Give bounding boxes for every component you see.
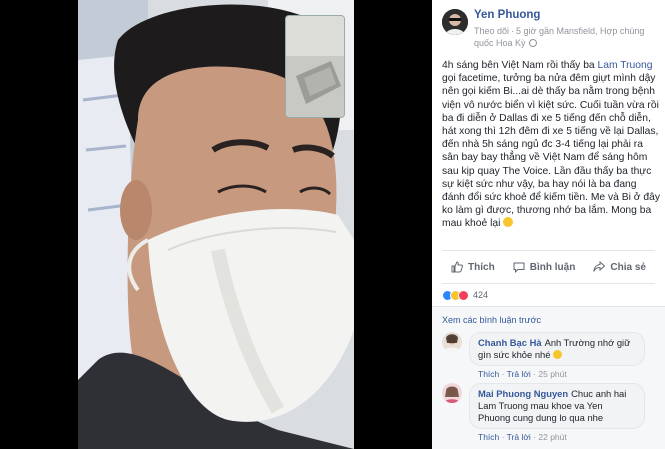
author-avatar[interactable] <box>442 9 468 35</box>
comments-section: Xem các bình luận trước Chanh Bạc Hà Anh … <box>432 306 665 449</box>
comment-label: Bình luận <box>529 261 576 273</box>
post-text-part1: 4h sáng bên Việt Nam rồi thấy ba <box>442 60 598 71</box>
commenter-avatar[interactable] <box>442 383 462 403</box>
comment-button[interactable]: Bình luận <box>513 261 576 273</box>
mention-link[interactable]: Lam Truong <box>598 60 653 71</box>
comment-meta: Thích · Trả lời · 22 phút <box>478 432 567 442</box>
sad-face-emoji <box>503 217 514 228</box>
comment-item: Chanh Bạc Hà Anh Trường nhớ giữ gìn sức k… <box>442 332 657 382</box>
like-label: Thích <box>468 261 495 273</box>
thumbs-up-icon <box>451 261 463 273</box>
sad-face-emoji <box>553 350 563 359</box>
share-button[interactable]: Chia sẻ <box>593 261 646 273</box>
comment-like-link[interactable]: Thích <box>478 369 499 379</box>
commenter-name[interactable]: Chanh Bạc Hà <box>478 337 542 348</box>
view-previous-comments-link[interactable]: Xem các bình luận trước <box>442 315 541 325</box>
post-actions: Thích Bình luận Chia sẻ <box>442 250 655 284</box>
reactions-summary[interactable]: 424 <box>442 288 488 302</box>
comment-meta: Thích · Trả lời · 25 phút <box>478 369 567 379</box>
facetime-self-preview <box>285 15 345 118</box>
post-panel: Yen Phuong Theo dõi · 5 giờ gần Mansfield,… <box>432 0 665 449</box>
commenter-avatar[interactable] <box>442 332 462 352</box>
post-meta: Theo dõi · 5 giờ gần Mansfield, Hợp chúng … <box>474 26 645 48</box>
share-label: Chia sẻ <box>610 261 646 273</box>
comment-reply-link[interactable]: Trả lời <box>507 369 531 379</box>
comment-like-link[interactable]: Thích <box>478 432 499 442</box>
love-reaction-icon <box>458 289 469 301</box>
reaction-count: 424 <box>473 290 489 300</box>
comment-reply-link[interactable]: Trả lời <box>507 432 531 442</box>
comment-icon <box>513 262 525 273</box>
photo-viewer <box>0 0 432 449</box>
comment-bubble: Mai Phuong Nguyen Chuc anh hai Lam Truong… <box>469 383 645 429</box>
comment-bubble: Chanh Bạc Hà Anh Trường nhớ giữ gìn sức k… <box>469 332 645 366</box>
post-body: 4h sáng bên Việt Nam rồi thấy ba Lam Tru… <box>442 59 660 231</box>
post-text-part2: gọi facetime, tưởng ba nửa đêm giựt mình… <box>442 73 660 230</box>
follow-link[interactable]: Theo dõi <box>474 26 509 36</box>
like-button[interactable]: Thích <box>451 261 495 273</box>
commenter-name[interactable]: Mai Phuong Nguyen <box>478 388 568 399</box>
globe-icon <box>528 39 537 47</box>
comment-item: Mai Phuong Nguyen Chuc anh hai Lam Truong… <box>442 383 657 445</box>
comment-time[interactable]: 25 phút <box>538 369 566 379</box>
share-icon <box>593 261 606 272</box>
author-name[interactable]: Yen Phuong <box>474 9 540 21</box>
post-header: Yen Phuong Theo dõi · 5 giờ gần Mansfield,… <box>432 0 665 58</box>
comment-time[interactable]: 22 phút <box>538 432 566 442</box>
